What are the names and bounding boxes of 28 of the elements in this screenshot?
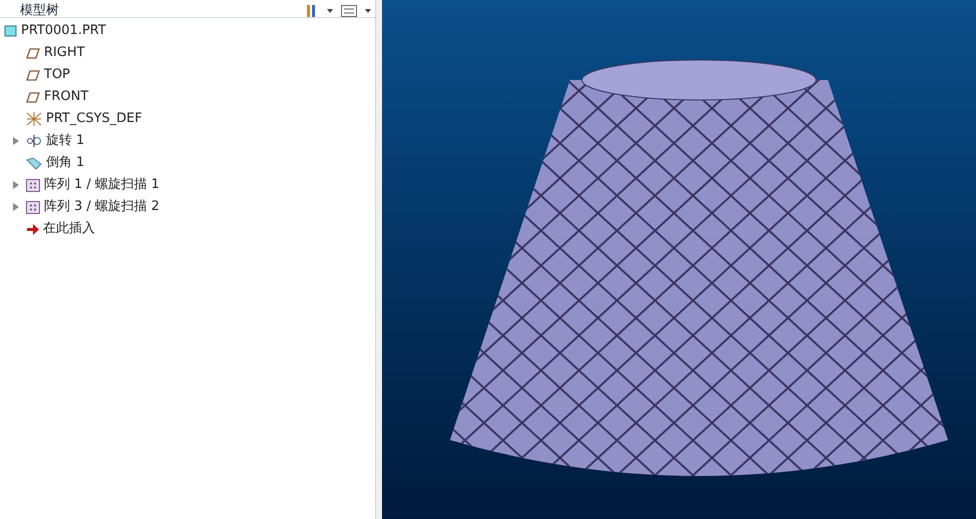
tree-item[interactable]: RIGHT xyxy=(44,43,85,63)
revolve-icon xyxy=(26,135,42,147)
chamfer-icon xyxy=(26,156,42,170)
tree-item[interactable]: 阵列 3 / 螺旋扫描 2 xyxy=(44,197,160,217)
tree-item[interactable]: 阵列 1 / 螺旋扫描 1 xyxy=(44,175,160,195)
list-icon[interactable] xyxy=(341,5,357,17)
dropdown-caret-icon[interactable] xyxy=(365,9,371,13)
tree-item[interactable]: 旋转 1 xyxy=(46,131,84,151)
plane-icon xyxy=(26,92,40,102)
tree-item[interactable]: 倒角 1 xyxy=(46,153,84,173)
tree-item[interactable]: PRT_CSYS_DEF xyxy=(46,109,142,129)
expander-icon[interactable] xyxy=(12,181,20,189)
plane-icon xyxy=(26,48,40,58)
coordinate-system-icon xyxy=(26,112,42,126)
expander-icon[interactable] xyxy=(12,203,20,211)
pattern-icon xyxy=(26,178,40,192)
dropdown-caret-icon[interactable] xyxy=(327,9,333,13)
tree-item[interactable]: FRONT xyxy=(44,87,88,107)
3d-viewport[interactable] xyxy=(382,0,976,519)
arrow-icon xyxy=(26,224,39,234)
panel-title: 模型树 xyxy=(20,4,59,17)
cube-icon xyxy=(4,25,17,37)
tree-item[interactable]: 在此插入 xyxy=(43,219,95,239)
tree-item[interactable]: PRT0001.PRT xyxy=(21,21,106,41)
pattern-icon xyxy=(26,200,40,214)
tree-item[interactable]: TOP xyxy=(44,65,70,85)
plane-icon xyxy=(26,70,40,80)
expander-icon[interactable] xyxy=(12,137,20,145)
